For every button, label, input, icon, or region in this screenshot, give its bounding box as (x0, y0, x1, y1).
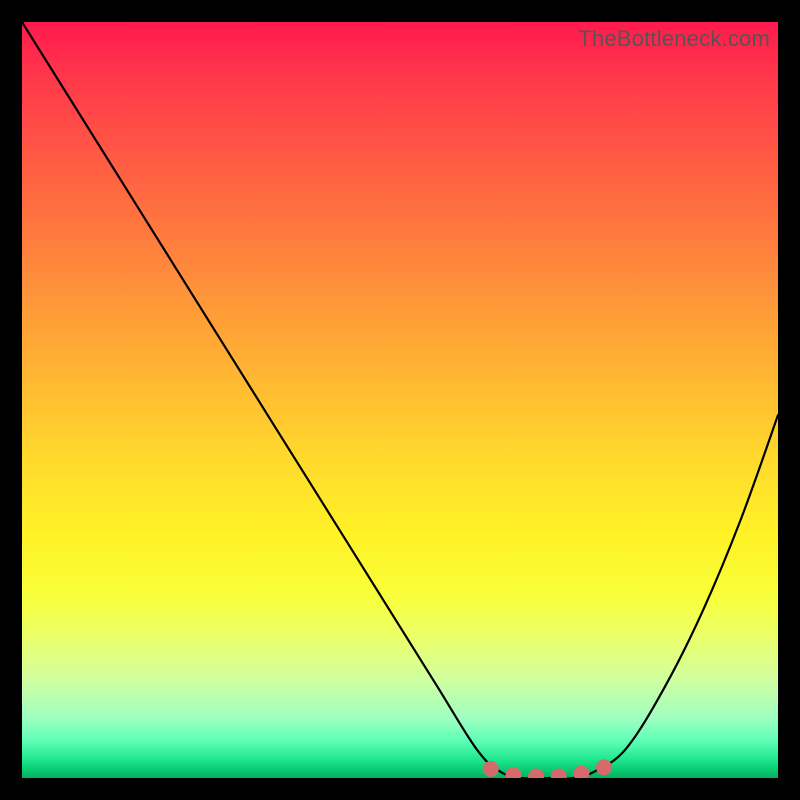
flat-region-markers (483, 759, 612, 778)
flat-region-mid2 (528, 769, 544, 779)
chart-svg (22, 22, 778, 778)
chart-plot-area: TheBottleneck.com (22, 22, 778, 778)
flat-region-mid4 (573, 766, 589, 779)
chart-frame: TheBottleneck.com (0, 0, 800, 800)
watermark-text: TheBottleneck.com (578, 26, 770, 52)
flat-region-start (483, 761, 499, 777)
flat-region-end (596, 759, 612, 775)
flat-region-mid1 (505, 767, 521, 778)
flat-region-mid3 (551, 769, 567, 779)
bottleneck-curve-path (22, 22, 778, 778)
